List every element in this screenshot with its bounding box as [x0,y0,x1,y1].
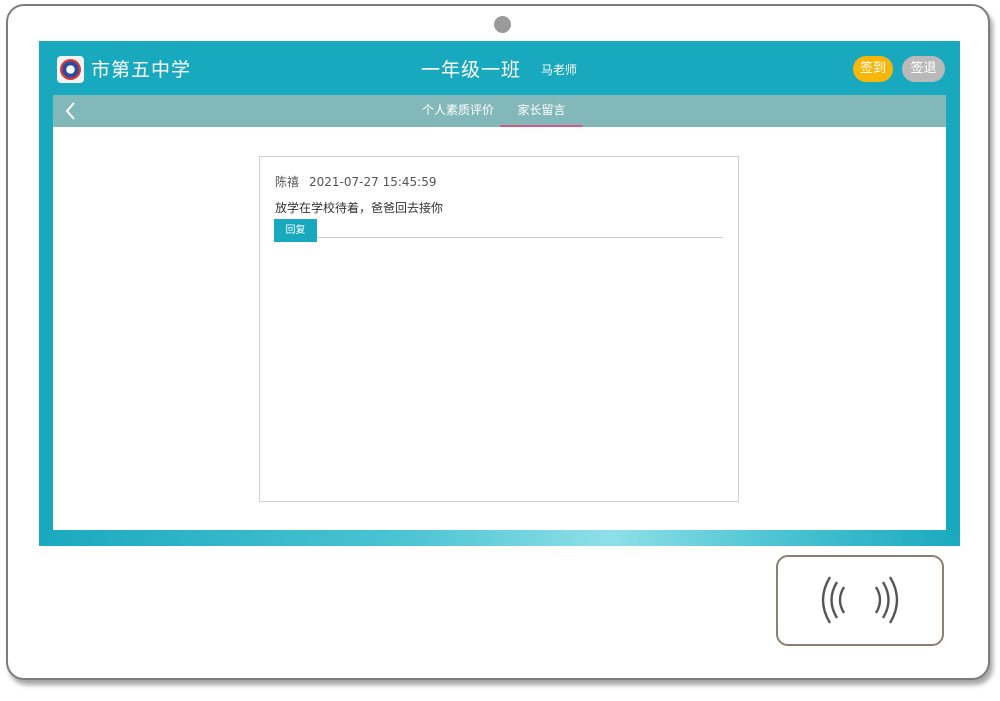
message-meta: 陈禧 2021-07-27 15:45:59 [275,173,436,190]
app-screen: 市第五中学 一年级一班 马老师 签到 签退 个人素质评价 家长留言 陈禧 2021… [39,41,960,546]
sign-out-button[interactable]: 签退 [902,56,945,82]
message-text: 放学在学校待着，爸爸回去接你 [275,201,444,215]
message-author: 陈禧 [275,175,300,189]
app-header: 市第五中学 一年级一班 马老师 签到 签退 [39,41,960,95]
sign-in-button[interactable]: 签到 [853,56,893,82]
tab-parent-messages[interactable]: 家长留言 [500,95,583,127]
message-card: 陈禧 2021-07-27 15:45:59 放学在学校待着，爸爸回去接你 回复 [259,156,739,502]
school-logo-emblem [60,59,81,80]
message-timestamp: 2021-07-27 15:45:59 [309,175,437,189]
main-content: 陈禧 2021-07-27 15:45:59 放学在学校待着，爸爸回去接你 回复 [53,127,946,530]
reply-divider [317,237,723,238]
class-name: 一年级一班 [421,59,522,81]
back-chevron-icon[interactable] [59,97,83,125]
teacher-name: 马老师 [541,63,578,77]
school-logo-icon [57,56,84,83]
school-name: 市第五中学 [91,59,192,81]
nfc-reader-panel [776,555,944,646]
reply-button[interactable]: 回复 [274,219,317,242]
nfc-signal-icon [821,576,899,624]
tab-bar: 个人素质评价 家长留言 [53,95,946,127]
camera-dot [494,16,511,33]
screen-bottom-glow [39,530,960,546]
tab-personal-evaluation[interactable]: 个人素质评价 [412,95,504,127]
